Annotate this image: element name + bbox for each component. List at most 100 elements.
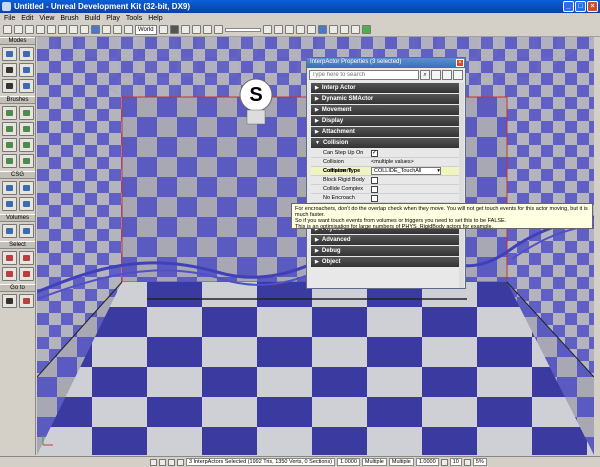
- collide-complex-checkbox[interactable]: [371, 186, 378, 193]
- mode1-field[interactable]: Multiple: [361, 458, 387, 466]
- properties-close-button[interactable]: ×: [456, 59, 464, 67]
- paste-icon[interactable]: [80, 25, 89, 34]
- menu-brush[interactable]: Brush: [60, 15, 78, 22]
- category-attachment[interactable]: ▶ Attachment: [311, 127, 461, 137]
- add-volume-button[interactable]: [2, 224, 17, 238]
- cone-brush-button[interactable]: [19, 106, 34, 120]
- rotation-field[interactable]: 5%: [472, 458, 487, 466]
- minimize-button[interactable]: _: [563, 1, 574, 12]
- kismet-icon[interactable]: [180, 25, 190, 34]
- light-icon[interactable]: [273, 25, 283, 34]
- play-in-editor-icon[interactable]: [317, 25, 327, 34]
- build-geometry-icon[interactable]: [202, 25, 212, 34]
- mobile-icon[interactable]: [339, 25, 349, 34]
- linear-stair-brush-button[interactable]: [2, 138, 17, 152]
- menu-play[interactable]: Play: [106, 15, 120, 22]
- scale-field[interactable]: 1.0000: [415, 458, 439, 466]
- camera-mode-button[interactable]: [2, 47, 17, 61]
- build-lighting-icon[interactable]: [213, 25, 223, 34]
- search-icon[interactable]: [58, 25, 67, 34]
- csg-deintersect-button[interactable]: [19, 197, 34, 211]
- matinee-icon[interactable]: [191, 25, 201, 34]
- copy-icon[interactable]: [69, 25, 78, 34]
- coordinate-system-select[interactable]: World: [135, 24, 157, 35]
- block-rigid-body-checkbox[interactable]: [371, 177, 378, 184]
- paths-icon[interactable]: [284, 25, 294, 34]
- csg-subtract-button[interactable]: [19, 181, 34, 195]
- category-movement[interactable]: ▶ Movement: [311, 105, 461, 115]
- generic-browser-icon[interactable]: [169, 25, 179, 34]
- category-debug[interactable]: ▶ Debug: [311, 246, 461, 256]
- mesh-paint-button[interactable]: [2, 79, 17, 93]
- lock-icon[interactable]: [431, 70, 441, 80]
- can-step-up-on-checkbox[interactable]: ✓: [371, 150, 378, 157]
- show-all-button[interactable]: [19, 267, 34, 281]
- category-collision[interactable]: ▼ Collision: [311, 138, 461, 148]
- undo-icon[interactable]: [36, 25, 45, 34]
- sheet-brush-button[interactable]: [19, 138, 34, 152]
- menu-edit[interactable]: Edit: [21, 15, 33, 22]
- csg-intersect-button[interactable]: [2, 197, 17, 211]
- category-interp-actor[interactable]: ▶ Interp Actor: [311, 83, 461, 93]
- console-icon[interactable]: [328, 25, 338, 34]
- curved-stair-brush-button[interactable]: [2, 122, 17, 136]
- mode2-field[interactable]: Multiple: [388, 458, 414, 466]
- rotation-snap-icon[interactable]: [463, 458, 471, 466]
- category-display[interactable]: ▶ Display: [311, 116, 461, 126]
- goto-actor-button[interactable]: [2, 294, 17, 308]
- category-advanced[interactable]: ▶ Advanced: [311, 235, 461, 245]
- scale-icon[interactable]: [113, 25, 122, 34]
- geometry-mode-button[interactable]: [19, 47, 34, 61]
- invert-selection-button[interactable]: [2, 267, 17, 281]
- menu-file[interactable]: File: [4, 15, 15, 22]
- spiral-stair-brush-button[interactable]: [2, 154, 17, 168]
- cylinder-brush-button[interactable]: [19, 122, 34, 136]
- collision-component-value[interactable]: <multiple values>: [371, 158, 461, 166]
- build-all-icon[interactable]: [306, 25, 316, 34]
- search-icon[interactable]: ⌕: [420, 70, 430, 80]
- pc-icon[interactable]: [350, 25, 360, 34]
- non-uniform-scale-icon[interactable]: [124, 25, 133, 34]
- category-dynamic-smactor[interactable]: ▶ Dynamic SMActor: [311, 94, 461, 104]
- snap-field[interactable]: 10: [449, 458, 462, 466]
- menu-build[interactable]: Build: [85, 15, 101, 22]
- redo-icon[interactable]: [47, 25, 56, 34]
- save-icon[interactable]: [25, 25, 34, 34]
- static-mesh-mode-button[interactable]: [19, 79, 34, 93]
- camera-icon[interactable]: [262, 25, 272, 34]
- grid-size-field[interactable]: 1.0000: [337, 458, 360, 466]
- menu-tools[interactable]: Tools: [126, 15, 142, 22]
- show-selected-button[interactable]: [2, 251, 17, 265]
- properties-search-input[interactable]: [309, 70, 419, 80]
- copy-icon[interactable]: [453, 70, 463, 80]
- autosave-icon[interactable]: [177, 458, 184, 466]
- rotate-icon[interactable]: [102, 25, 111, 34]
- light-actor-label[interactable]: S: [240, 79, 272, 111]
- collision-type-dropdown[interactable]: COLLIDE_TouchAll ▾: [371, 167, 441, 175]
- cube-brush-button[interactable]: [2, 106, 17, 120]
- sphere-brush-button[interactable]: [19, 154, 34, 168]
- open-icon[interactable]: [14, 25, 23, 34]
- terrain-mode-button[interactable]: [2, 63, 17, 77]
- snap-icon[interactable]: [158, 25, 168, 34]
- hide-selected-button[interactable]: [19, 251, 34, 265]
- no-encroach-check-checkbox[interactable]: [371, 195, 378, 202]
- speed-slider[interactable]: [224, 27, 261, 32]
- drag-grid-icon[interactable]: [150, 458, 157, 466]
- expand-icon[interactable]: [442, 70, 452, 80]
- texture-mode-button[interactable]: [19, 63, 34, 77]
- all-icon[interactable]: [295, 25, 305, 34]
- scale-grid-icon[interactable]: [168, 458, 175, 466]
- close-button[interactable]: ×: [587, 1, 598, 12]
- category-object[interactable]: ▶ Object: [311, 257, 461, 267]
- rotation-grid-icon[interactable]: [159, 458, 166, 466]
- snap-toggle-icon[interactable]: [440, 458, 448, 466]
- play-on-pc-icon[interactable]: [361, 25, 371, 34]
- properties-scrollbar[interactable]: [459, 83, 464, 288]
- csg-add-button[interactable]: [2, 181, 17, 195]
- maximize-button[interactable]: □: [575, 1, 586, 12]
- new-icon[interactable]: [3, 25, 12, 34]
- menu-view[interactable]: View: [39, 15, 54, 22]
- volume-menu-button[interactable]: [19, 224, 34, 238]
- goto-builder-brush-button[interactable]: [19, 294, 34, 308]
